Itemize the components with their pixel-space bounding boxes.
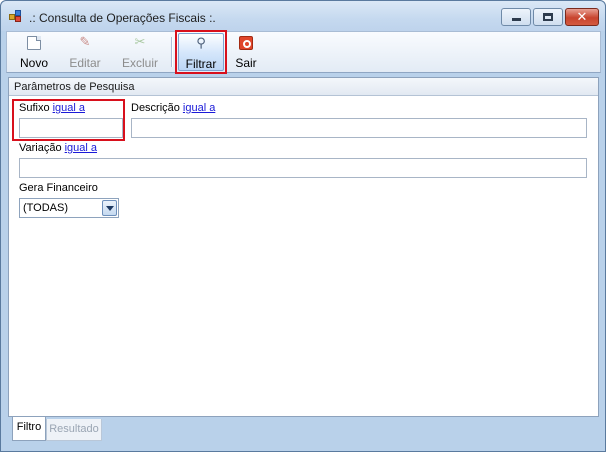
descricao-input[interactable] xyxy=(131,118,587,138)
gera-financeiro-value: (TODAS) xyxy=(23,202,69,214)
novo-button[interactable]: Novo xyxy=(12,33,56,71)
close-icon: ✕ xyxy=(576,9,588,25)
minimize-button[interactable] xyxy=(501,8,531,26)
gera-financeiro-select[interactable]: (TODAS) xyxy=(19,198,119,218)
delete-icon: ✂ xyxy=(134,35,146,50)
descricao-label: Descrição igual a xyxy=(131,102,215,114)
minimize-icon xyxy=(511,18,521,21)
editar-label: Editar xyxy=(69,56,101,70)
maximize-icon xyxy=(543,13,553,21)
main-window: .: Consulta de Operações Fiscais :. ✕ No… xyxy=(0,0,606,452)
new-document-icon xyxy=(27,36,41,50)
toolbar: Novo ✎ Editar ✂ Excluir ⚲ Filtrar Sair xyxy=(6,31,601,73)
variacao-input[interactable] xyxy=(19,158,587,178)
toolbar-separator xyxy=(171,37,172,67)
edit-icon: ✎ xyxy=(79,35,91,50)
panel-title: Parâmetros de Pesquisa xyxy=(14,81,135,93)
window-title: .: Consulta de Operações Fiscais :. xyxy=(29,11,216,25)
tab-filtro[interactable]: Filtro xyxy=(12,417,46,441)
gera-financeiro-label: Gera Financeiro xyxy=(19,182,98,194)
novo-label: Novo xyxy=(19,56,48,70)
descricao-operator-link[interactable]: igual a xyxy=(183,102,215,114)
sair-button[interactable]: Sair xyxy=(229,33,263,71)
editar-button[interactable]: ✎ Editar xyxy=(62,33,108,71)
excluir-button[interactable]: ✂ Excluir xyxy=(115,33,165,71)
dropdown-button[interactable] xyxy=(102,200,117,216)
tab-resultado[interactable]: Resultado xyxy=(46,419,102,441)
excluir-label: Excluir xyxy=(121,56,158,70)
close-button[interactable]: ✕ xyxy=(565,8,599,26)
app-icon xyxy=(9,10,23,22)
sufixo-highlight-box xyxy=(12,99,125,141)
variacao-label-text: Variação xyxy=(19,142,62,154)
exit-icon xyxy=(239,36,253,50)
variacao-label: Variação igual a xyxy=(19,142,97,154)
title-bar[interactable]: .: Consulta de Operações Fiscais :. ✕ xyxy=(1,1,605,31)
variacao-operator-link[interactable]: igual a xyxy=(65,142,97,154)
filtrar-highlight-box xyxy=(175,30,227,74)
panel-header: Parâmetros de Pesquisa xyxy=(9,78,598,96)
sair-label: Sair xyxy=(235,56,257,70)
maximize-button[interactable] xyxy=(533,8,563,26)
chevron-down-icon xyxy=(105,205,114,211)
descricao-label-text: Descrição xyxy=(131,102,180,114)
